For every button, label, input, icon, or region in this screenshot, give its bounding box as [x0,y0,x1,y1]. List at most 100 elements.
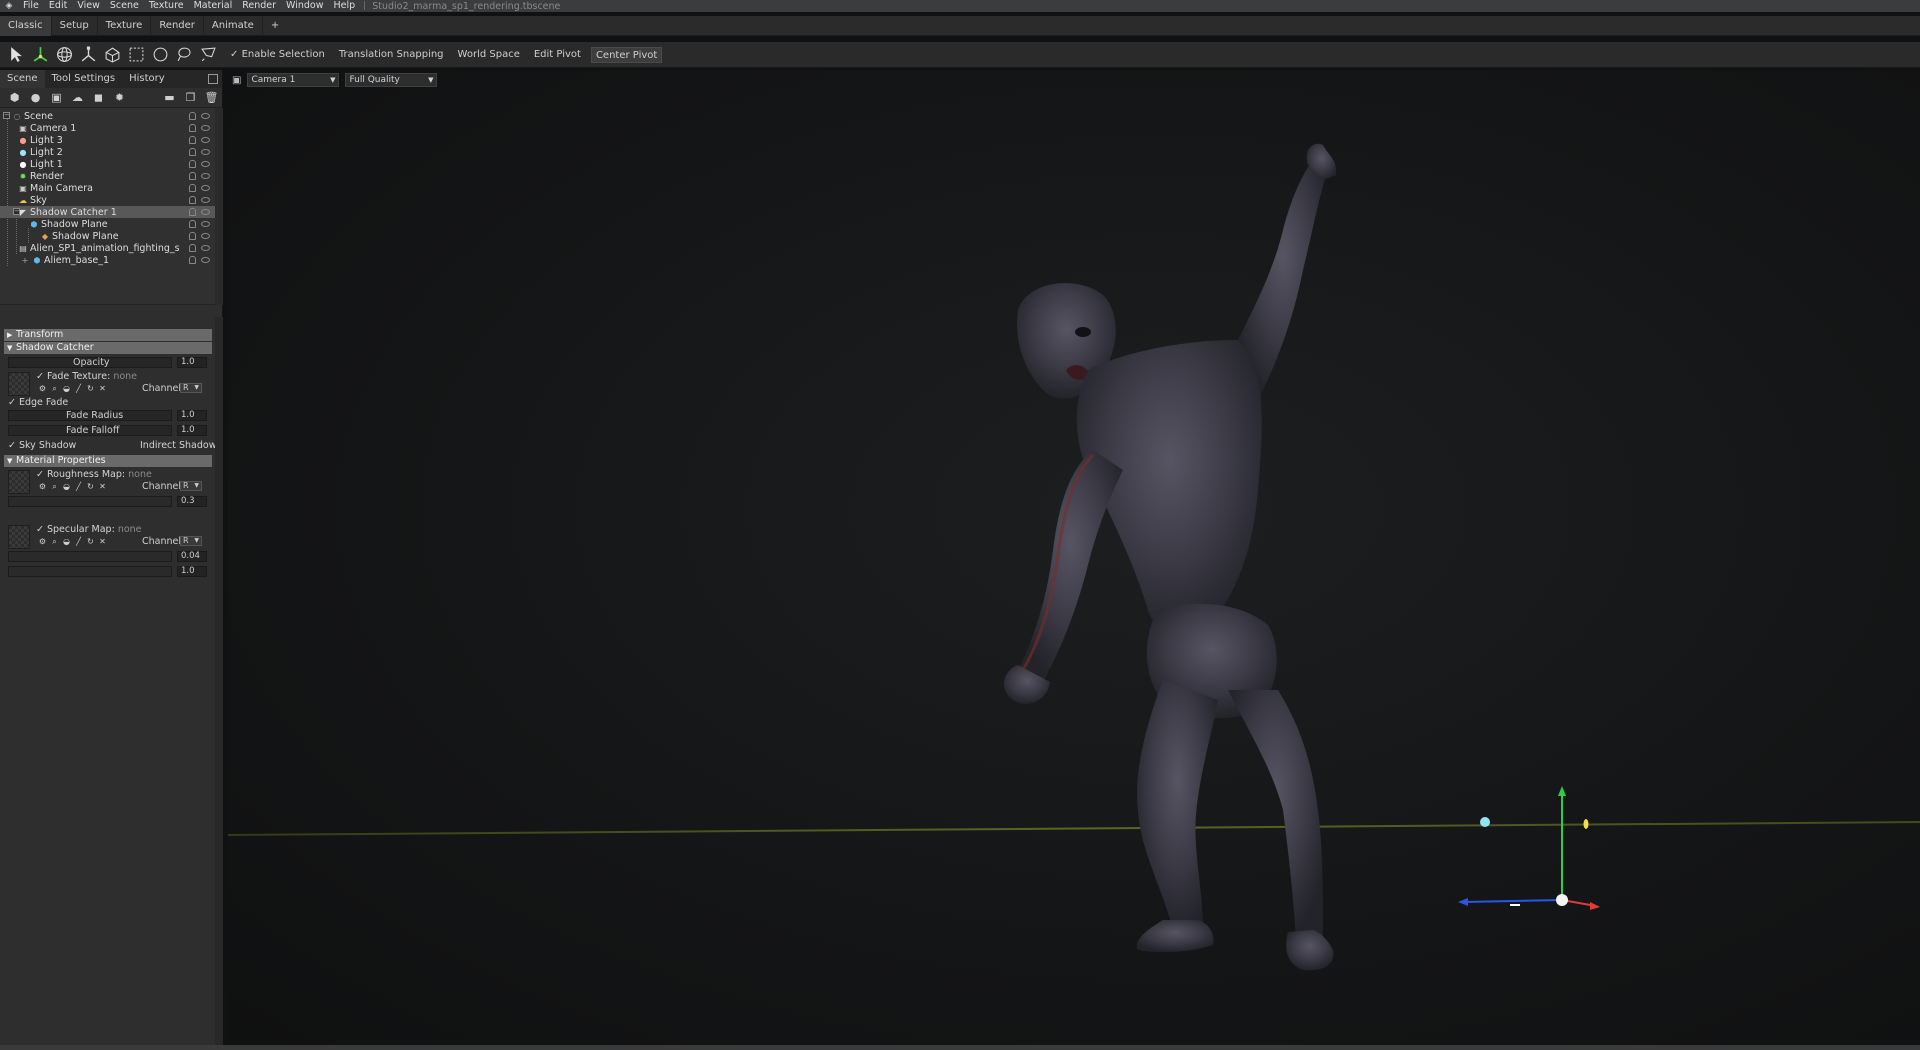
opacity-field[interactable]: 1.0 [177,357,207,368]
eye-icon[interactable] [201,113,210,119]
eye-icon[interactable] [201,233,210,239]
tree-item-light-1[interactable]: ● Light 1 [0,158,215,170]
paint-select-tool[interactable] [196,44,220,66]
fade-texture-thumbnail[interactable] [8,372,30,396]
add-shadow-catcher-icon[interactable]: ◼ [88,90,109,106]
sky-shadow-check[interactable]: ✓ Sky Shadow [8,440,76,451]
gizmo-z-axis[interactable] [1463,899,1563,903]
gear-icon[interactable]: ⚙ [38,482,47,491]
section-transform[interactable]: ▶ Transform [4,329,212,341]
tree-item-shadow-plane-material[interactable]: ◆ Shadow Plane [0,230,215,242]
fade-channel-select[interactable]: R ▼ [180,383,202,393]
tree-item-camera-1[interactable]: ▣ Camera 1 [0,122,215,134]
tab-history[interactable]: History [122,70,172,88]
paint-bucket-icon[interactable]: ◒ [62,482,71,491]
rect-select-tool[interactable] [124,44,148,66]
transform-gizmo[interactable] [1458,786,1600,910]
tree-item-render[interactable]: ✹ Render [0,170,215,182]
menu-render[interactable]: Render [237,0,281,12]
search-icon[interactable]: ⌕ [50,384,59,393]
brush-icon[interactable]: ╱ [74,537,83,546]
paint-bucket-icon[interactable]: ◒ [62,537,71,546]
specular-map-thumbnail[interactable] [8,525,30,549]
specular-field-2[interactable]: 1.0 [177,566,207,577]
add-object-icon[interactable]: ⬢ [4,90,25,106]
enable-selection-toggle[interactable]: ✓ Enable Selection [226,47,329,63]
tab-texture[interactable]: Texture [98,15,152,36]
fade-texture-check[interactable]: ✓ Fade Texture: none [36,371,137,382]
lock-icon[interactable] [189,172,196,180]
brush-icon[interactable]: ╱ [74,482,83,491]
roughness-field[interactable]: 0.3 [177,496,207,507]
eye-icon[interactable] [201,185,210,191]
collapse-toggle[interactable]: − [3,112,10,119]
lock-icon[interactable] [189,244,196,252]
gear-icon[interactable]: ⚙ [38,537,47,546]
menu-view[interactable]: View [72,0,105,12]
menu-window[interactable]: Window [281,0,328,12]
rotate-tool[interactable] [52,44,76,66]
tree-item-shadow-catcher-1[interactable]: − ◤ Shadow Catcher 1 [0,206,215,218]
specular-channel-select[interactable]: R ▼ [180,536,202,546]
ellipse-select-tool[interactable] [148,44,172,66]
menu-scene[interactable]: Scene [105,0,144,12]
roughness-slider[interactable] [8,496,172,507]
tree-item-scene[interactable]: − ◌ Scene [0,110,215,122]
tree-item-sky[interactable]: ☁ Sky [0,194,215,206]
lasso-select-tool[interactable] [172,44,196,66]
eye-icon[interactable] [201,245,210,251]
gizmo-y-arrow-icon[interactable] [1558,786,1566,796]
search-icon[interactable]: ⌕ [50,537,59,546]
eye-icon[interactable] [201,209,210,215]
gizmo-z-arrow-icon[interactable] [1458,898,1468,906]
specular-map-check[interactable]: ✓ Specular Map: none [36,524,142,535]
search-icon[interactable]: ⌕ [50,482,59,491]
gear-icon[interactable]: ⚙ [38,384,47,393]
lock-icon[interactable] [189,148,196,156]
menu-texture[interactable]: Texture [144,0,189,12]
close-icon[interactable]: ✕ [98,384,107,393]
eye-icon[interactable] [201,221,210,227]
specular-slider-1[interactable] [8,551,172,562]
tree-item-light-3[interactable]: ● Light 3 [0,134,215,146]
section-material-properties[interactable]: ▼ Material Properties [4,455,212,467]
close-icon[interactable]: ✕ [98,537,107,546]
specular-field-1[interactable]: 0.04 [177,551,207,562]
roughness-map-thumbnail[interactable] [8,470,30,494]
menu-material[interactable]: Material [189,0,238,12]
paint-bucket-icon[interactable]: ◒ [62,384,71,393]
tree-item-main-camera[interactable]: ▣ Main Camera [0,182,215,194]
lock-icon[interactable] [189,124,196,132]
folder-icon[interactable]: ▬ [159,90,180,106]
refresh-icon[interactable]: ↻ [86,482,95,491]
move-tool[interactable] [28,44,52,66]
fade-falloff-field[interactable]: 1.0 [177,425,207,436]
roughness-map-check[interactable]: ✓ Roughness Map: none [36,469,152,480]
collapse-toggle[interactable]: − [13,208,20,215]
specular-slider-2[interactable] [8,566,172,577]
popout-icon[interactable] [208,74,218,84]
trash-icon[interactable]: 🗑 [201,90,222,106]
pivot-tool[interactable] [100,44,124,66]
eye-icon[interactable] [201,137,210,143]
lock-icon[interactable] [189,208,196,216]
select-tool[interactable] [4,44,28,66]
close-icon[interactable]: ✕ [98,482,107,491]
eye-icon[interactable] [201,257,210,263]
add-render-icon[interactable]: ✹ [109,90,130,106]
edge-fade-check[interactable]: ✓ Edge Fade [8,397,68,408]
scene-tree-scrollbar[interactable] [215,108,223,305]
brush-icon[interactable]: ╱ [74,384,83,393]
section-shadow-catcher[interactable]: ▼ Shadow Catcher [4,342,212,354]
lock-icon[interactable] [189,160,196,168]
menu-file[interactable]: File [18,0,44,12]
tree-item-aliem-base-1[interactable]: + ⬢ Aliem_base_1 [0,254,215,266]
menu-edit[interactable]: Edit [44,0,72,12]
lock-icon[interactable] [189,136,196,144]
eye-icon[interactable] [201,173,210,179]
tab-classic[interactable]: Classic [0,15,52,36]
gizmo-x-arrow-icon[interactable] [1590,902,1600,910]
tab-setup[interactable]: Setup [52,15,98,36]
tab-scene[interactable]: Scene [0,70,45,88]
duplicate-icon[interactable]: ❐ [180,90,201,106]
